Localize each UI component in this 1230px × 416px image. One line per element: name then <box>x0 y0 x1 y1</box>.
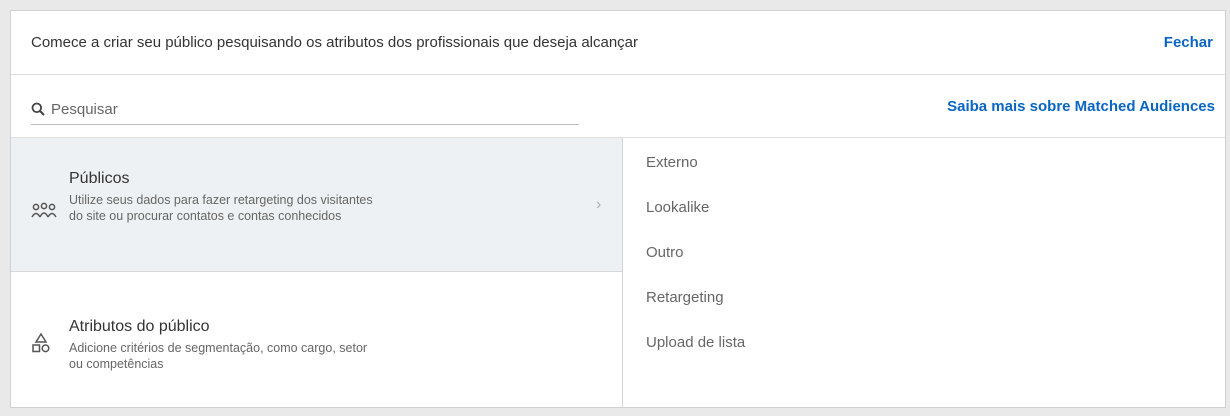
category-publicos[interactable]: Públicos Utilize seus dados para fazer r… <box>11 138 622 272</box>
subcategory-list: Externo Lookalike Outro Retargeting Uplo… <box>624 138 1224 408</box>
header-instruction: Comece a criar seu público pesquisando o… <box>31 34 639 51</box>
audience-builder-panel: Comece a criar seu público pesquisando o… <box>10 10 1226 408</box>
people-group-icon <box>31 202 57 218</box>
subitem-retargeting[interactable]: Retargeting <box>646 289 724 306</box>
category-list: Públicos Utilize seus dados para fazer r… <box>11 138 623 408</box>
subitem-outro[interactable]: Outro <box>646 244 684 261</box>
search-box[interactable] <box>31 94 579 125</box>
top-strip <box>0 0 1230 10</box>
close-link[interactable]: Fechar <box>1164 34 1213 51</box>
category-text: Públicos Utilize seus dados para fazer r… <box>69 170 389 224</box>
category-description: Adicione critérios de segmentação, como … <box>69 341 368 371</box>
search-input[interactable] <box>51 100 551 118</box>
search-row: Saiba mais sobre Matched Audiences <box>11 76 1225 138</box>
subitem-upload-de-lista[interactable]: Upload de lista <box>646 334 745 351</box>
category-title: Atributos do público <box>69 318 210 335</box>
category-description: Utilize seus dados para fazer retargetin… <box>69 193 373 223</box>
panel-header: Comece a criar seu público pesquisando o… <box>11 11 1225 75</box>
category-text: Atributos do público Adicione critérios … <box>69 318 369 372</box>
subitem-externo[interactable]: Externo <box>646 154 698 171</box>
subitem-lookalike[interactable]: Lookalike <box>646 199 709 216</box>
learn-more-matched-audiences-link[interactable]: Saiba mais sobre Matched Audiences <box>947 98 1215 115</box>
shapes-icon <box>32 332 50 353</box>
search-icon <box>31 102 45 116</box>
category-atributos-do-publico[interactable]: Atributos do público Adicione critérios … <box>11 272 622 408</box>
category-title: Públicos <box>69 170 130 187</box>
chevron-right-icon: › <box>596 196 602 213</box>
